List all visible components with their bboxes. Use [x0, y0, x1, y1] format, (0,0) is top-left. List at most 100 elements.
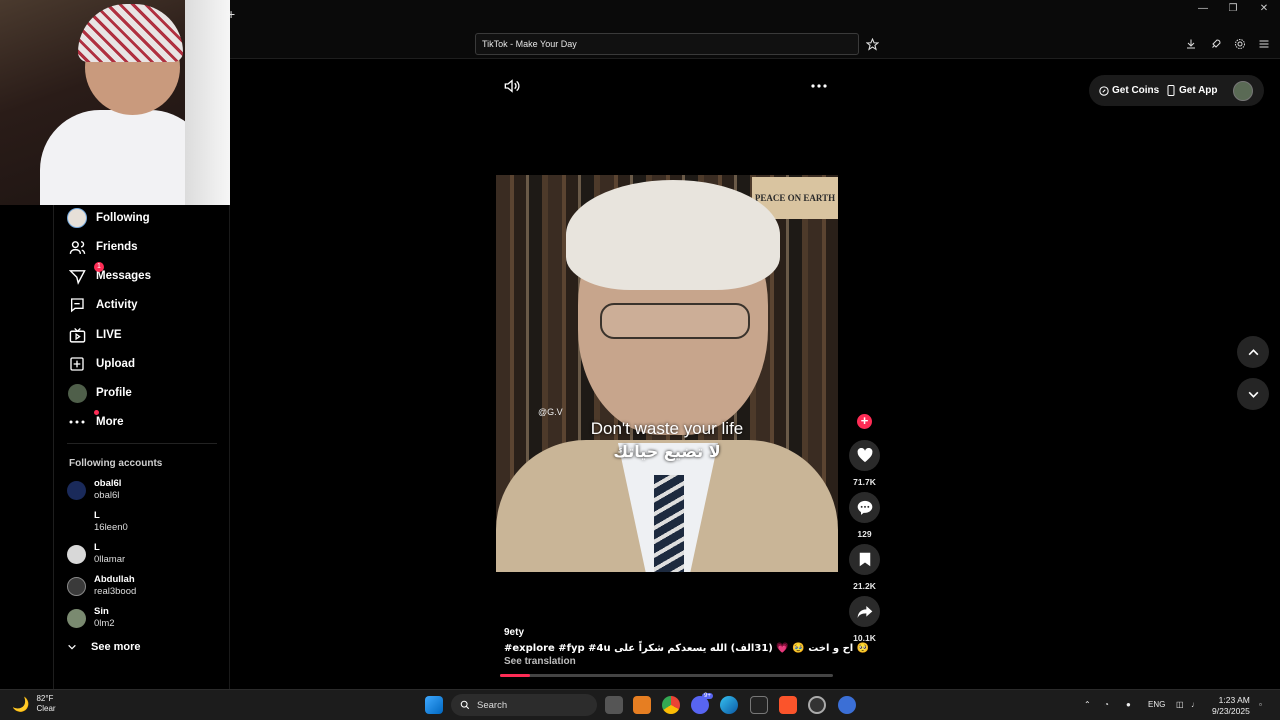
get-app-label: Get App — [1179, 85, 1218, 96]
caption-english: Don't waste your life — [590, 419, 744, 438]
more-dots-icon — [67, 412, 87, 432]
app-icon[interactable] — [808, 696, 826, 714]
brave-icon[interactable] — [779, 696, 797, 714]
notifications-icon[interactable]: ▫ — [1259, 700, 1262, 709]
sidebar-item-friends[interactable]: Friends — [67, 235, 138, 259]
speaker-hair — [566, 180, 780, 290]
comment-button[interactable] — [849, 492, 880, 523]
sidebar-item-upload[interactable]: Upload — [67, 352, 135, 376]
video-progress-fill — [500, 674, 530, 677]
comment-icon — [857, 500, 872, 515]
account-handle: 0lm2 — [94, 618, 115, 629]
download-icon[interactable] — [1183, 36, 1199, 52]
microphone-icon[interactable]: ● — [1126, 700, 1131, 709]
discord-badge: 9+ — [702, 693, 713, 699]
following-avatar-icon — [67, 208, 87, 228]
avatar — [67, 512, 86, 532]
account-item[interactable]: L 16leen0 — [67, 509, 128, 535]
see-more-button[interactable]: See more — [67, 641, 141, 653]
webcam-overlay — [0, 0, 230, 205]
settings-icon[interactable] — [1232, 36, 1248, 52]
video-author[interactable]: 9ety — [504, 627, 524, 638]
app-a-icon[interactable] — [633, 696, 651, 714]
video-player[interactable]: PEACE ON EARTH @G.V Don't waste your lif… — [496, 175, 838, 572]
coin-icon — [1099, 85, 1109, 96]
tray-app-icon[interactable]: ◔ — [1104, 700, 1109, 709]
phone-icon — [1167, 85, 1175, 96]
sidebar-item-more[interactable]: More — [67, 410, 123, 434]
video-progress-bar[interactable] — [500, 674, 833, 677]
comment-count: 129 — [857, 529, 872, 539]
menu-icon[interactable] — [1256, 36, 1272, 52]
edge-icon[interactable] — [720, 696, 738, 714]
address-bar[interactable]: TikTok - Make Your Day — [475, 33, 859, 55]
sidebar-item-following[interactable]: Following — [67, 206, 150, 230]
sidebar-section-divider — [67, 443, 217, 444]
sidebar-item-label: Activity — [96, 299, 138, 311]
account-item[interactable]: Abdullah real3bood — [67, 573, 136, 599]
sidebar-item-label: Messages — [96, 270, 151, 282]
speaker-glasses — [600, 303, 750, 339]
sidebar-item-messages[interactable]: 1 Messages — [67, 262, 151, 288]
save-count: 21.2K — [853, 581, 876, 591]
see-translation-link[interactable]: See translation — [504, 656, 576, 667]
sidebar-item-label: Following — [96, 212, 150, 224]
account-item[interactable]: L 0llamar — [67, 541, 125, 567]
follow-plus-button[interactable]: + — [857, 414, 872, 429]
user-avatar[interactable] — [1233, 81, 1253, 101]
volume-icon[interactable] — [503, 79, 521, 93]
rocket-icon[interactable] — [1208, 36, 1224, 52]
upload-icon — [67, 354, 87, 374]
sidebar: Following Friends 1 Messages Activity LI… — [53, 205, 230, 689]
task-view-icon[interactable] — [605, 696, 623, 714]
bookmark-star-icon[interactable] — [864, 36, 880, 52]
heart-icon — [857, 448, 872, 463]
share-count: 10.1K — [853, 633, 876, 643]
taskbar-search[interactable]: Search — [451, 694, 597, 716]
account-item[interactable]: obal6l obal6l — [67, 477, 121, 503]
video-description: #explore #fyp #4u اح و اخت 🥹 💗 (31الف) ا… — [504, 643, 870, 654]
save-button[interactable] — [849, 544, 880, 575]
video-watermark: @G.V — [538, 407, 563, 417]
previous-video-button[interactable] — [1237, 336, 1269, 368]
see-more-label: See more — [91, 641, 141, 653]
webcam-curtain — [185, 0, 230, 205]
sidebar-item-activity[interactable]: Activity — [67, 293, 138, 317]
account-item[interactable]: Sin 0lm2 — [67, 605, 115, 631]
clock-time: 1:23 AM — [1218, 695, 1250, 705]
next-video-button[interactable] — [1237, 378, 1269, 410]
get-coins-button[interactable]: Get Coins — [1099, 85, 1159, 96]
account-name: Abdullah — [94, 574, 135, 585]
sidebar-item-profile[interactable]: Profile — [67, 381, 132, 405]
sidebar-item-live[interactable]: LIVE — [67, 323, 122, 347]
chevron-down-icon — [68, 644, 76, 650]
sidebar-item-label: Friends — [96, 241, 138, 253]
chrome-icon[interactable] — [662, 696, 680, 714]
get-app-button[interactable]: Get App — [1167, 85, 1218, 96]
webcam-headscarf — [78, 4, 183, 62]
share-button[interactable] — [849, 596, 880, 627]
account-name: L — [94, 542, 100, 553]
account-name: Sin — [94, 606, 109, 617]
bookmark-icon — [859, 552, 870, 567]
account-handle: obal6l — [94, 490, 120, 501]
close-button[interactable]: ✕ — [1257, 3, 1271, 14]
settings-app-icon[interactable] — [838, 696, 856, 714]
like-button[interactable] — [849, 440, 880, 471]
messages-icon — [67, 266, 87, 286]
epic-games-icon[interactable] — [750, 696, 768, 714]
tray-chevron-up-icon[interactable]: ⌃ — [1084, 700, 1091, 709]
language-indicator[interactable]: ENG — [1148, 700, 1165, 709]
windows-start-icon[interactable] — [425, 696, 443, 714]
chevron-up-icon — [1248, 348, 1258, 355]
system-clock[interactable]: 1:23 AM 9/23/2025 — [1212, 695, 1250, 717]
network-icon[interactable]: ◫ — [1176, 700, 1184, 709]
sidebar-item-label: More — [96, 416, 124, 428]
speaker-icon[interactable]: ♩ — [1191, 700, 1199, 709]
restore-button[interactable]: ❐ — [1226, 3, 1240, 14]
weather-widget[interactable]: 🌙 82°F Clear — [12, 694, 56, 714]
weather-temp: 82°F — [36, 694, 54, 703]
moon-icon: 🌙 — [12, 695, 30, 712]
minimize-button[interactable]: — — [1196, 3, 1210, 14]
video-more-options-icon[interactable] — [810, 79, 828, 93]
